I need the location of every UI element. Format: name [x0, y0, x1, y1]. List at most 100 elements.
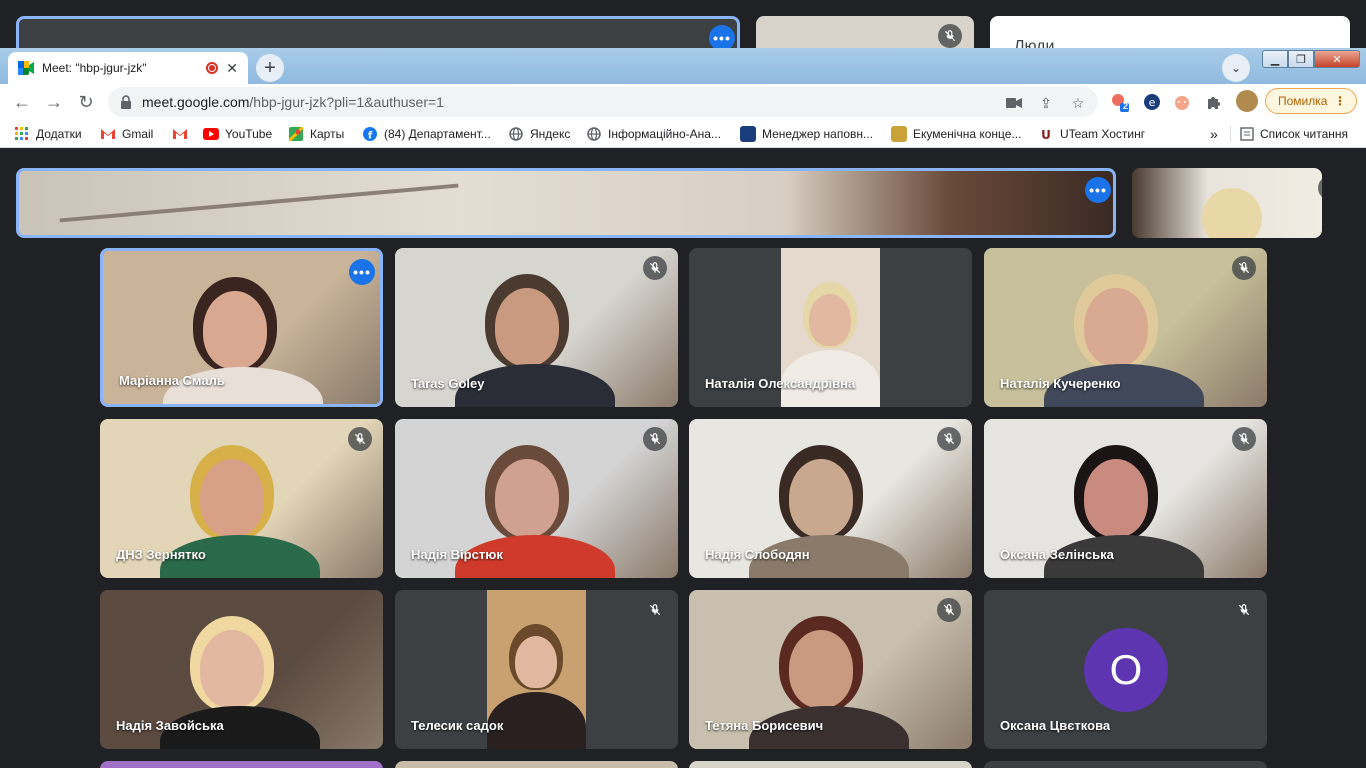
menu-dots-icon: ⋮ — [1334, 94, 1346, 108]
bookmark-label: Яндекс — [530, 127, 571, 141]
participant-tile[interactable]: Наталія Кучеренко — [984, 248, 1267, 407]
tab-search-button[interactable]: ⌄ — [1222, 54, 1250, 82]
participant-tile[interactable]: ••• Маріанна Смаль — [100, 248, 383, 407]
participant-tile-partial[interactable] — [984, 761, 1267, 768]
bookmark-label: Менеджер наповн... — [762, 127, 874, 141]
tab-title: Meet: "hbp-jgur-jzk" — [42, 61, 147, 75]
participant-tile[interactable]: Надія Слободян — [689, 419, 972, 578]
participant-tile[interactable]: O Оксана Цвєткова — [984, 590, 1267, 749]
bookmark-label: Екуменічна конце... — [913, 127, 1022, 141]
participant-name: Наталія Кучеренко — [1000, 376, 1121, 391]
camera-in-use-icon[interactable] — [1006, 95, 1022, 111]
bookmark-label: (84) Департамент... — [384, 127, 491, 141]
bookmark-item[interactable]: Яндекс — [508, 125, 570, 143]
participant-tile-partial[interactable] — [395, 761, 678, 768]
extension-badge-icon[interactable]: 2 — [1110, 92, 1130, 112]
participant-tile[interactable]: Taras Goley — [395, 248, 678, 407]
profile-error-button[interactable]: Помилка ⋮ — [1265, 88, 1357, 114]
participant-name: ДНЗ Зернятко — [116, 547, 206, 562]
restore-button[interactable]: ❐ — [1288, 50, 1314, 68]
more-options-icon[interactable]: ••• — [349, 259, 375, 285]
more-options-icon[interactable]: ••• — [709, 25, 735, 50]
participant-tile[interactable]: Тетяна Борисевич — [689, 590, 972, 749]
new-tab-button[interactable]: + — [256, 54, 284, 82]
gmail-icon — [172, 126, 188, 142]
recording-icon — [206, 62, 219, 74]
bookmark-label: Gmail — [122, 127, 154, 141]
mic-off-icon — [643, 427, 667, 451]
mic-off-icon — [1232, 256, 1256, 280]
bookmark-label: YouTube — [225, 127, 273, 141]
bookmark-label: UTeam Хостинг — [1060, 127, 1146, 141]
participant-tile[interactable]: Надія Вірстюк — [395, 419, 678, 578]
mic-off-icon — [938, 24, 962, 48]
bookmark-label: Інформаційно-Ана... — [608, 127, 721, 141]
bookmark-item[interactable]: Gmail — [100, 125, 153, 143]
globe-icon — [586, 126, 602, 142]
bookmark-item[interactable]: Екуменічна конце... — [891, 125, 1021, 143]
mic-off-icon — [1232, 427, 1256, 451]
participant-tile[interactable]: Оксана Зелінська — [984, 419, 1267, 578]
back-button[interactable]: ← — [10, 90, 34, 114]
bookmark-item[interactable]: Менеджер наповн... — [740, 125, 873, 143]
bookmark-label: Додатки — [36, 127, 82, 141]
address-bar[interactable]: meet.google.com/hbp-jgur-jzk?pli=1&authu… — [108, 87, 1098, 117]
site-icon — [891, 126, 907, 142]
participant-avatar: O — [1084, 628, 1168, 712]
bookmarks-bar: Додатки Gmail YouTube Карты f (84) Департамен… — [0, 120, 1366, 148]
reading-list-button[interactable]: Список читання — [1240, 125, 1348, 143]
reload-button[interactable]: ↻ — [74, 90, 98, 114]
extensions-puzzle-icon[interactable] — [1204, 92, 1224, 112]
bookmark-item[interactable]: f (84) Департамент... — [362, 125, 491, 143]
youtube-icon — [203, 126, 219, 142]
svg-text:e: e — [1149, 96, 1156, 109]
browser-toolbar: ← → ↻ meet.google.com/hbp-jgur-jzk?pli=1… — [0, 84, 1366, 120]
mic-off-icon — [643, 256, 667, 280]
more-options-icon[interactable]: ••• — [1085, 177, 1111, 203]
maps-icon — [288, 126, 304, 142]
gmail-icon — [100, 126, 116, 142]
background-meet-strip: ••• Люди — [0, 0, 1366, 50]
participant-tile[interactable]: ДНЗ Зернятко — [100, 419, 383, 578]
meet-grid: ••• ••• Маріанна Смаль Taras Goley Наталія … — [0, 148, 1366, 768]
bookmark-item[interactable]: Інформаційно-Ана... — [586, 125, 721, 143]
profile-avatar[interactable] — [1236, 90, 1258, 112]
site-icon — [740, 126, 756, 142]
participant-name: Оксана Зелінська — [1000, 547, 1114, 562]
bookmark-item[interactable]: Додатки — [14, 125, 82, 143]
participant-name: Надія Слободян — [705, 547, 810, 562]
meet-favicon-icon — [18, 61, 34, 75]
bookmark-item[interactable]: Карты — [288, 125, 344, 143]
share-icon[interactable]: ⇪ — [1038, 95, 1054, 111]
mic-off-icon — [1318, 176, 1322, 200]
participant-name: Телесик садок — [411, 718, 504, 733]
svg-text:U: U — [1041, 128, 1051, 141]
browser-titlebar: Meet: "hbp-jgur-jzk" ✕ + ⌄ ▁ ❐ ✕ — [0, 48, 1366, 84]
participant-tile-partial[interactable] — [100, 761, 383, 768]
bookmark-star-icon[interactable]: ☆ — [1070, 95, 1086, 111]
extension-face-icon[interactable] — [1172, 92, 1192, 112]
bookmark-item[interactable]: U UTeam Хостинг — [1038, 125, 1145, 143]
close-tab-icon[interactable]: ✕ — [226, 60, 238, 77]
participant-name: Наталія Олександрівна — [705, 376, 856, 391]
nested-meet-main-tile: ••• — [16, 168, 1116, 238]
participant-tile-partial[interactable] — [689, 761, 972, 768]
forward-button[interactable]: → — [42, 90, 66, 114]
minimize-button[interactable]: ▁ — [1262, 50, 1288, 68]
participant-name: Надія Завойська — [116, 718, 224, 733]
participant-name: Taras Goley — [411, 376, 485, 391]
extension-badge-count: 2 — [1123, 101, 1129, 111]
bookmark-item[interactable]: YouTube — [203, 125, 272, 143]
bookmarks-overflow-button[interactable]: » — [1210, 125, 1218, 143]
globe-icon — [508, 126, 524, 142]
participant-name: Оксана Цвєткова — [1000, 718, 1111, 733]
participant-tile[interactable]: Телесик садок — [395, 590, 678, 749]
participant-tile[interactable]: Надія Завойська — [100, 590, 383, 749]
browser-tab[interactable]: Meet: "hbp-jgur-jzk" ✕ — [8, 52, 248, 84]
mic-off-icon — [1232, 598, 1256, 622]
participant-tile[interactable]: Наталія Олександрівна — [689, 248, 972, 407]
extension-e-icon[interactable]: e — [1142, 92, 1162, 112]
bookmark-item[interactable] — [172, 125, 188, 143]
participant-name: Надія Вірстюк — [411, 547, 503, 562]
close-window-button[interactable]: ✕ — [1314, 50, 1360, 68]
